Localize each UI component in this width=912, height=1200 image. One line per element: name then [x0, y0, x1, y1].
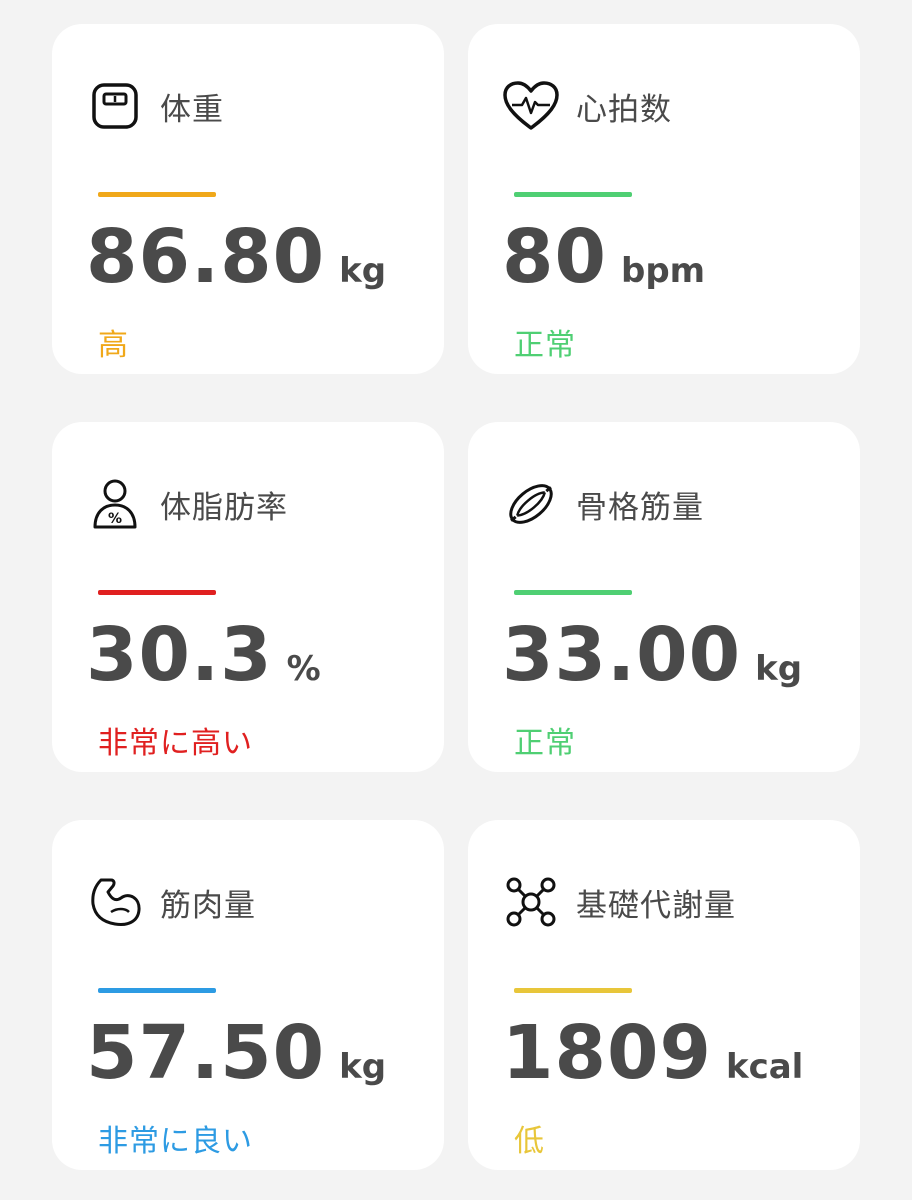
- metric-unit: bpm: [620, 251, 706, 291]
- metric-unit: kg: [755, 649, 803, 689]
- metric-value: 57.50: [86, 1010, 326, 1096]
- status-accent-line: [514, 988, 632, 993]
- status-accent-line: [98, 590, 216, 595]
- metric-card-muscle-mass[interactable]: 筋肉量 57.50 kg 非常に良い: [52, 820, 444, 1170]
- card-header: 骨格筋量: [496, 468, 704, 540]
- metabolism-icon: [496, 867, 566, 937]
- metrics-grid: 体重 86.80 kg 高 心拍数 80 bpm 正常 % 体脂肪率 30.3 …: [0, 0, 912, 1200]
- svg-text:%: %: [108, 511, 122, 527]
- card-header: 体重: [80, 70, 224, 142]
- heart-rate-icon: [496, 71, 566, 141]
- metric-value: 86.80: [86, 214, 326, 300]
- scale-icon: [80, 71, 150, 141]
- metric-card-weight[interactable]: 体重 86.80 kg 高: [52, 24, 444, 374]
- status-accent-line: [98, 988, 216, 993]
- card-header: 筋肉量: [80, 866, 256, 938]
- metric-value-row: 86.80 kg: [86, 214, 386, 300]
- metric-label: 心拍数: [576, 91, 672, 128]
- metric-value-row: 80 bpm: [502, 214, 705, 300]
- metric-value: 33.00: [502, 612, 742, 698]
- metric-status: 高: [98, 328, 129, 363]
- metric-label: 体重: [160, 91, 224, 128]
- metric-status: 低: [514, 1124, 545, 1159]
- body-fat-icon: %: [80, 469, 150, 539]
- metric-value-row: 1809 kcal: [502, 1010, 803, 1096]
- metric-value: 30.3: [86, 612, 273, 698]
- metric-value-row: 57.50 kg: [86, 1010, 386, 1096]
- status-accent-line: [514, 192, 632, 197]
- card-header: 基礎代謝量: [496, 866, 736, 938]
- status-accent-line: [98, 192, 216, 197]
- metric-value-row: 30.3 %: [86, 612, 321, 698]
- metric-card-heart-rate[interactable]: 心拍数 80 bpm 正常: [468, 24, 860, 374]
- card-header: % 体脂肪率: [80, 468, 288, 540]
- metric-card-body-fat[interactable]: % 体脂肪率 30.3 % 非常に高い: [52, 422, 444, 772]
- metric-label: 骨格筋量: [576, 489, 704, 526]
- metric-label: 筋肉量: [160, 887, 256, 924]
- metric-unit: kcal: [725, 1047, 804, 1087]
- metric-unit: kg: [339, 1047, 387, 1087]
- metric-card-skeletal-muscle[interactable]: 骨格筋量 33.00 kg 正常: [468, 422, 860, 772]
- metric-status: 正常: [514, 328, 576, 363]
- metric-value: 80: [502, 214, 607, 300]
- card-header: 心拍数: [496, 70, 672, 142]
- metric-status: 正常: [514, 726, 576, 761]
- metric-label: 基礎代謝量: [576, 887, 736, 924]
- metric-value-row: 33.00 kg: [502, 612, 802, 698]
- metric-status: 非常に良い: [98, 1124, 253, 1159]
- metric-card-basal-metabolism[interactable]: 基礎代謝量 1809 kcal 低: [468, 820, 860, 1170]
- metric-unit: %: [286, 649, 321, 689]
- skeletal-muscle-icon: [496, 469, 566, 539]
- muscle-arm-icon: [80, 867, 150, 937]
- metric-value: 1809: [502, 1010, 712, 1096]
- metric-status: 非常に高い: [98, 726, 253, 761]
- metric-unit: kg: [339, 251, 387, 291]
- status-accent-line: [514, 590, 632, 595]
- metric-label: 体脂肪率: [160, 489, 288, 526]
